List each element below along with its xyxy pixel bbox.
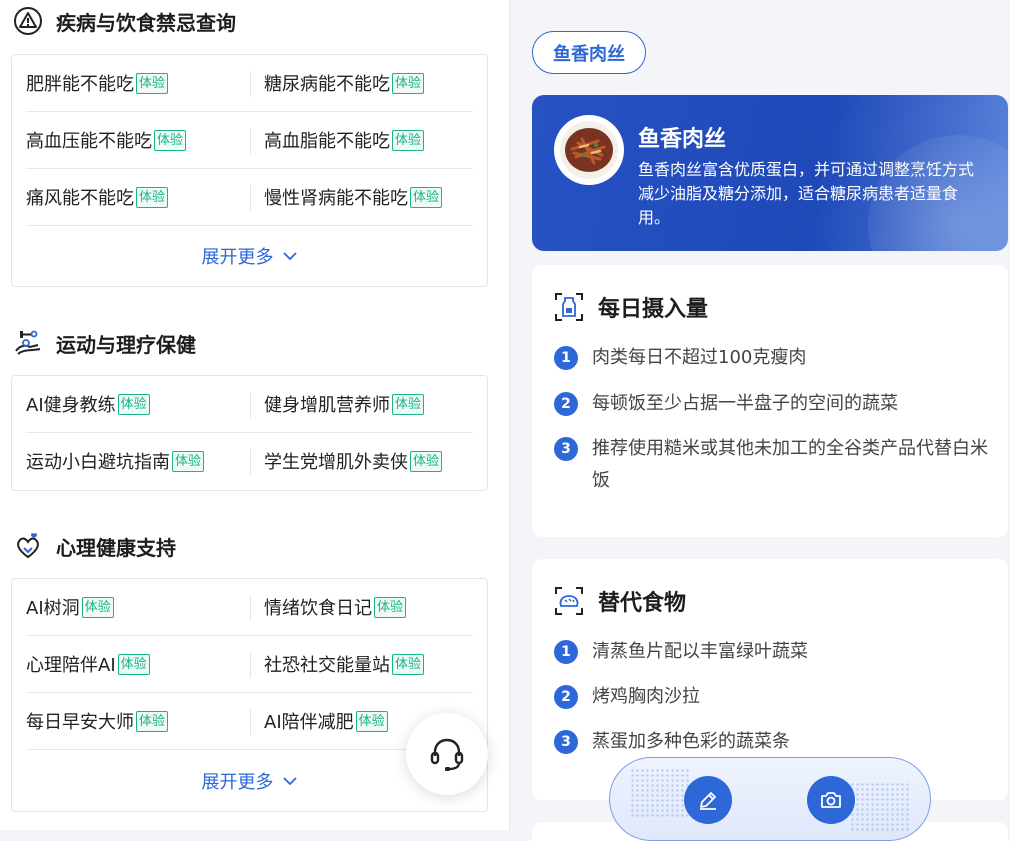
alternatives-title: 替代食物 (554, 585, 686, 617)
list-item[interactable]: AI树洞 体验 (26, 579, 114, 635)
table-row: 痛风能不能吃 体验 慢性肾病能不能吃 体验 (26, 169, 473, 226)
diet-taboo-card: 肥胖能不能吃 体验 糖尿病能不能吃 体验 高血压能不能吃 体验 高血脂能不能吃 体验 痛… (11, 54, 488, 287)
list-item[interactable]: 慢性肾病能不能吃 体验 (264, 169, 443, 225)
table-row: 肥胖能不能吃 体验 糖尿病能不能吃 体验 (26, 55, 473, 112)
number-badge: 1 (554, 640, 578, 664)
trial-tag: 体验 (154, 129, 187, 151)
list-item: 2 每顿饭至少占据一半盘子的空间的蔬菜 (554, 388, 994, 420)
number-badge: 2 (554, 685, 578, 709)
trial-tag: 体验 (374, 596, 407, 618)
write-button[interactable] (684, 776, 732, 824)
list-item[interactable]: AI健身教练 体验 (26, 376, 150, 432)
list-item[interactable]: AI陪伴减肥 体验 (264, 693, 388, 749)
list-item[interactable]: 心理陪伴AI 体验 (26, 636, 150, 692)
chevron-down-icon (282, 777, 297, 786)
section-title-text: 运动与理疗保健 (56, 332, 196, 357)
daily-intake-card: 每日摄入量 1 肉类每日不超过100克瘦肉 2 每顿饭至少占据一半盘子的空间的蔬… (532, 265, 1008, 537)
daily-intake-title: 每日摄入量 (554, 291, 708, 323)
divider (250, 392, 251, 418)
warning-triangle-icon (14, 7, 42, 35)
table-row: 高血压能不能吃 体验 高血脂能不能吃 体验 (26, 112, 473, 169)
list-item[interactable]: 高血脂能不能吃 体验 (264, 112, 425, 168)
list-item: 2 烤鸡胸肉沙拉 (554, 681, 994, 713)
chevron-down-icon (282, 252, 297, 261)
section-title-mental-health: 心理健康支持 (12, 531, 176, 561)
pencil-icon (700, 792, 716, 810)
table-row: 运动小白避坑指南 体验 学生党增肌外卖侠 体验 (26, 433, 473, 490)
trial-tag: 体验 (392, 72, 425, 94)
bread-icon (555, 587, 583, 615)
list-item[interactable]: 学生党增肌外卖侠 体验 (264, 433, 443, 489)
exercise-card: AI健身教练 体验 健身增肌营养师 体验 运动小白避坑指南 体验 学生党增肌外卖侠 体验 (11, 375, 488, 491)
food-image (554, 115, 624, 185)
camera-button[interactable] (807, 776, 855, 824)
food-hero-card: 鱼香肉丝 鱼香肉丝富含优质蛋白，并可通过调整烹饪方式减少油脂及糖分添加，适合糖尿… (532, 95, 1008, 251)
list-item: 1 清蒸鱼片配以丰富绿叶蔬菜 (554, 636, 994, 668)
number-badge: 1 (554, 346, 578, 370)
table-row: AI健身教练 体验 健身增肌营养师 体验 (26, 376, 473, 433)
trial-tag: 体验 (117, 653, 150, 675)
customer-service-button[interactable] (406, 713, 488, 795)
divider (250, 185, 251, 211)
number-badge: 2 (554, 392, 578, 416)
trial-tag: 体验 (81, 596, 114, 618)
heart-hands-icon (17, 533, 39, 559)
section-title-diet-taboo: 疾病与饮食禁忌查询 (12, 6, 236, 36)
list-item[interactable]: 情绪饮食日记 体验 (264, 579, 407, 635)
divider (250, 71, 251, 97)
right-panel: 鱼香肉丝 鱼香肉丝 鱼香肉丝富含优质蛋白，并可通过调整烹饪方式减少油脂及糖分添加… (511, 0, 1010, 841)
trial-tag: 体验 (392, 653, 425, 675)
trial-tag: 体验 (392, 393, 425, 415)
list-item: 1 肉类每日不超过100克瘦肉 (554, 342, 994, 374)
trial-tag: 体验 (172, 450, 205, 472)
trial-tag: 体验 (136, 186, 169, 208)
trial-tag: 体验 (410, 450, 443, 472)
section-title-text: 心理健康支持 (56, 535, 176, 560)
trial-tag: 体验 (392, 129, 425, 151)
dot-pattern (850, 782, 910, 832)
trial-tag: 体验 (117, 393, 150, 415)
milk-bottle-icon (555, 293, 583, 321)
divider (250, 128, 251, 154)
list-item[interactable]: 每日早安大师 体验 (26, 693, 169, 749)
dish-icon (560, 121, 618, 179)
list-item[interactable]: 健身增肌营养师 体验 (264, 376, 425, 432)
trial-tag: 体验 (410, 186, 443, 208)
food-name-chip[interactable]: 鱼香肉丝 (532, 31, 646, 74)
divider (250, 709, 251, 735)
list-item[interactable]: 痛风能不能吃 体验 (26, 169, 169, 225)
section-title-exercise: 运动与理疗保健 (12, 328, 196, 358)
table-row: 心理陪伴AI 体验 社恐社交能量站 体验 (26, 636, 473, 693)
food-description: 鱼香肉丝富含优质蛋白，并可通过调整烹饪方式减少油脂及糖分添加，适合糖尿病患者适量… (638, 160, 975, 227)
expand-more-button[interactable]: 展开更多 (12, 228, 487, 284)
table-row: AI树洞 体验 情绪饮食日记 体验 (26, 579, 473, 636)
camera-icon (821, 792, 841, 808)
table-row: 每日早安大师 体验 AI陪伴减肥 体验 (26, 693, 473, 750)
food-title: 鱼香肉丝 (638, 127, 727, 152)
list-item[interactable]: 社恐社交能量站 体验 (264, 636, 425, 692)
dot-pattern (630, 768, 690, 818)
divider (250, 595, 251, 621)
trial-tag: 体验 (136, 710, 169, 732)
list-item[interactable]: 运动小白避坑指南 体验 (26, 433, 205, 489)
trial-tag: 体验 (355, 710, 388, 732)
list-item[interactable]: 糖尿病能不能吃 体验 (264, 55, 425, 111)
exercise-icon (15, 330, 41, 355)
number-badge: 3 (554, 437, 578, 461)
list-item[interactable]: 肥胖能不能吃 体验 (26, 55, 169, 111)
list-item[interactable]: 高血压能不能吃 体验 (26, 112, 187, 168)
input-action-bar (609, 757, 931, 841)
list-item: 3 蒸蛋加多种色彩的蔬菜条 (554, 726, 994, 758)
list-item: 3 推荐使用糙米或其他未加工的全谷类产品代替白米饭 (554, 433, 994, 497)
left-panel: 疾病与饮食禁忌查询 肥胖能不能吃 体验 糖尿病能不能吃 体验 高血压能不能吃 体验 高… (0, 0, 510, 830)
number-badge: 3 (554, 730, 578, 754)
trial-tag: 体验 (136, 72, 169, 94)
divider (250, 652, 251, 678)
divider (250, 449, 251, 475)
headset-icon (430, 738, 464, 771)
section-title-text: 疾病与饮食禁忌查询 (56, 10, 236, 35)
